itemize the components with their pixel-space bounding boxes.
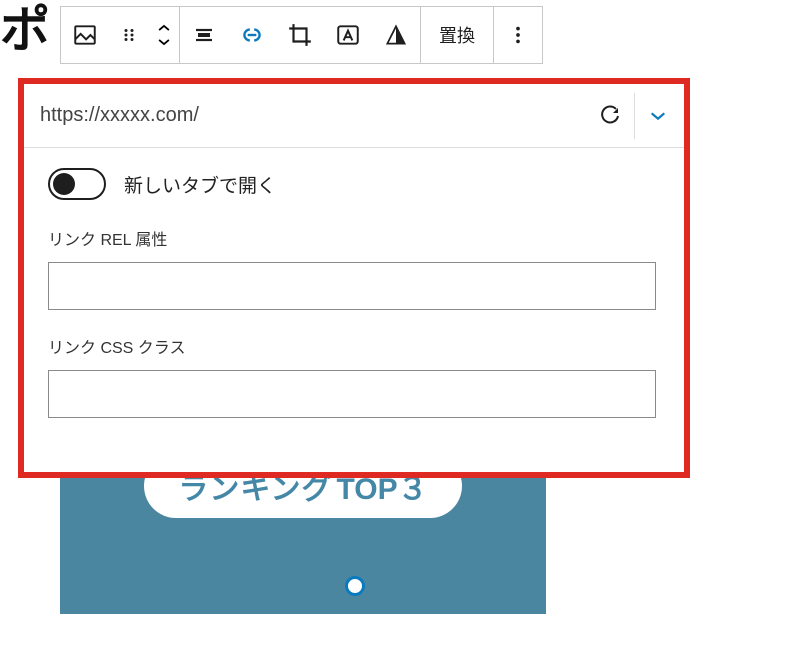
collapse-settings-icon[interactable] xyxy=(634,93,680,139)
link-rel-input[interactable] xyxy=(48,262,656,310)
link-settings-panel: 新しいタブで開く リンク REL 属性 リンク CSS クラス xyxy=(18,78,690,478)
link-rel-label: リンク REL 属性 xyxy=(48,226,656,250)
open-new-tab-label: 新しいタブで開く xyxy=(124,171,276,198)
block-toolbar: 置換 xyxy=(60,6,543,64)
background-heading-fragment: ポ xyxy=(0,0,48,62)
link-css-input[interactable] xyxy=(48,370,656,418)
link-icon[interactable] xyxy=(228,7,276,63)
link-url-row xyxy=(24,84,684,148)
crop-icon[interactable] xyxy=(276,7,324,63)
image-block-icon[interactable] xyxy=(61,7,109,63)
move-down-icon[interactable] xyxy=(149,35,179,49)
open-new-tab-toggle[interactable] xyxy=(48,168,106,200)
toggle-knob xyxy=(53,173,75,195)
align-icon[interactable] xyxy=(180,7,228,63)
link-css-label: リンク CSS クラス xyxy=(48,334,656,358)
duotone-icon[interactable] xyxy=(372,7,420,63)
move-up-icon[interactable] xyxy=(149,21,179,35)
text-overlay-icon[interactable] xyxy=(324,7,372,63)
submit-url-icon[interactable] xyxy=(588,93,634,139)
drag-handle-icon[interactable] xyxy=(109,7,149,63)
more-options-icon[interactable] xyxy=(494,7,542,63)
resize-handle-bottom[interactable] xyxy=(345,576,365,596)
replace-button[interactable]: 置換 xyxy=(421,7,493,63)
link-url-input[interactable] xyxy=(40,104,588,127)
